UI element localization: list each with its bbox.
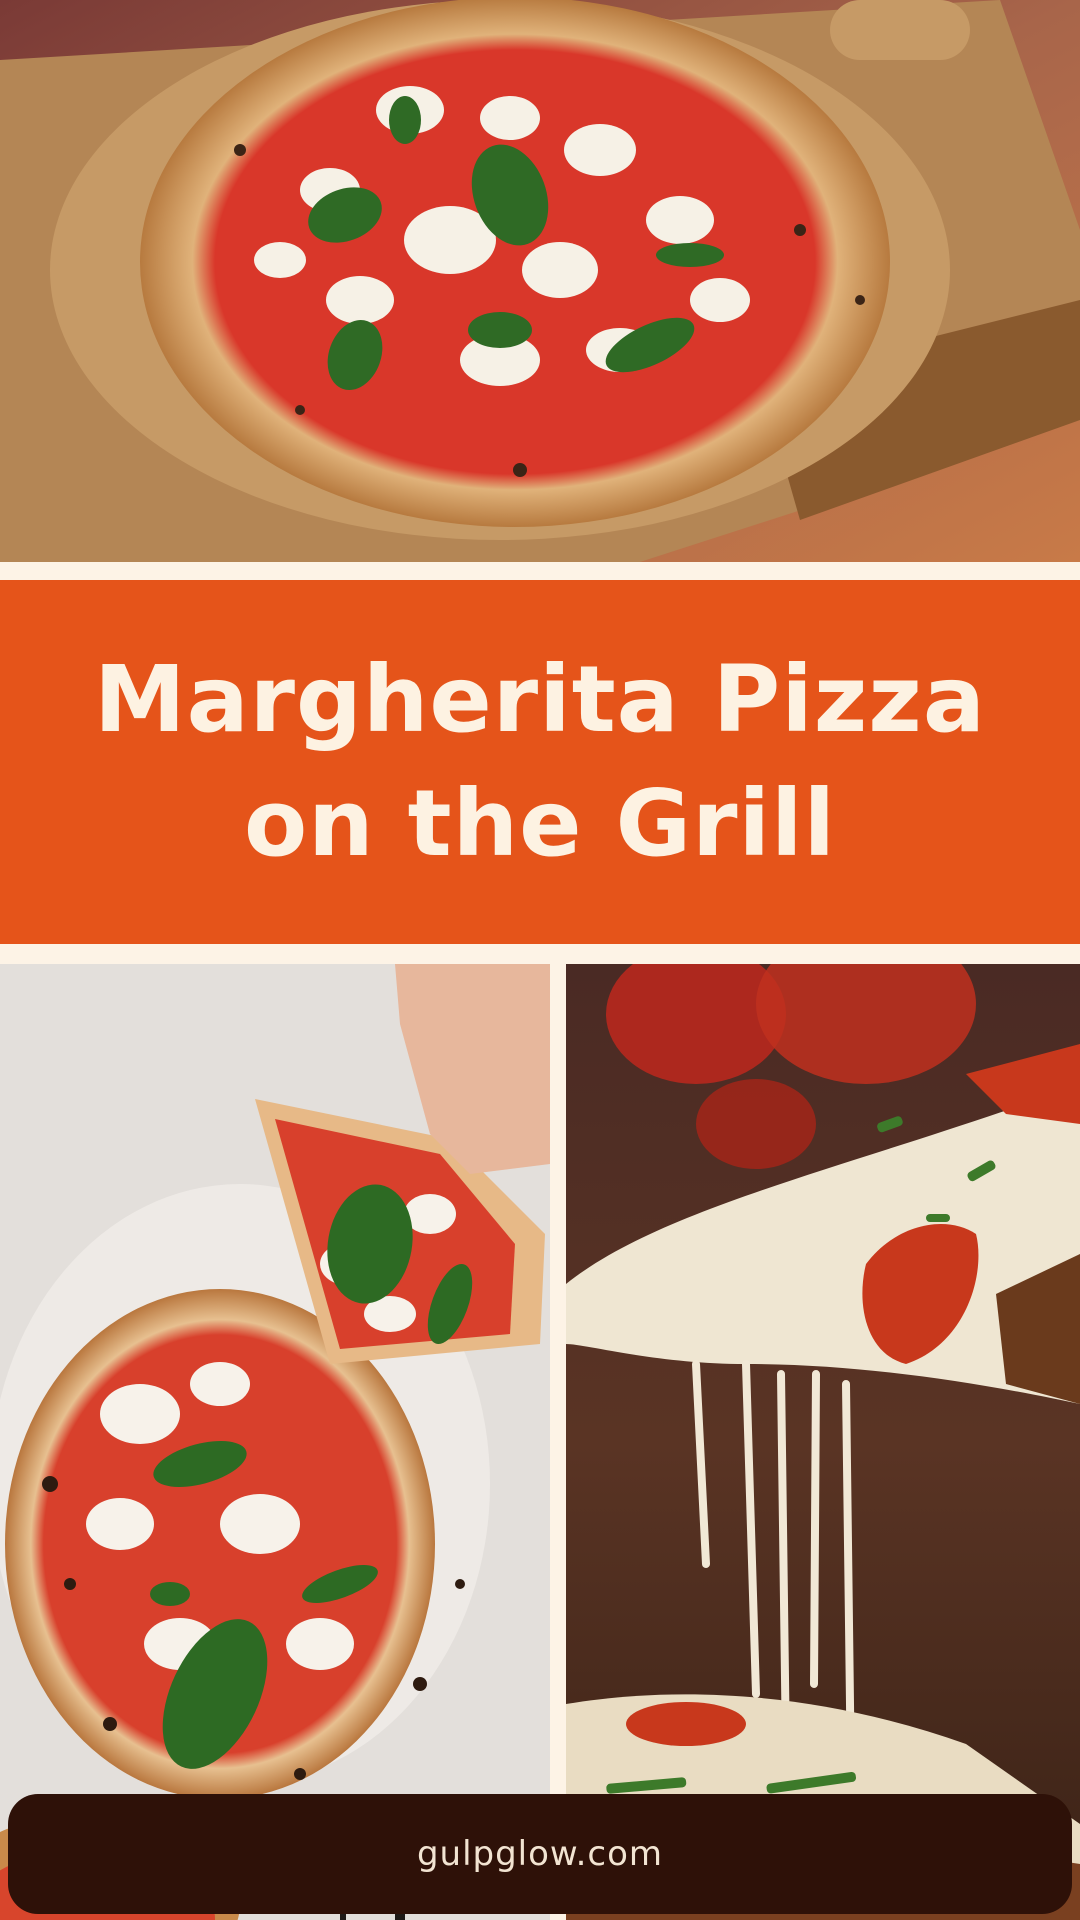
pizza-on-board-photo [0, 0, 1080, 562]
recipe-title-line-2: on the Grill [243, 770, 837, 877]
recipe-title-line-1: Margherita Pizza [94, 646, 986, 753]
website-footer[interactable]: gulpglow.com [8, 1794, 1072, 1914]
title-banner: Margherita Pizza on the Grill [0, 580, 1080, 944]
website-url[interactable]: gulpglow.com [417, 1834, 663, 1874]
cheese-pull-photo [566, 964, 1080, 1920]
sliced-pizza-photo [0, 964, 550, 1920]
